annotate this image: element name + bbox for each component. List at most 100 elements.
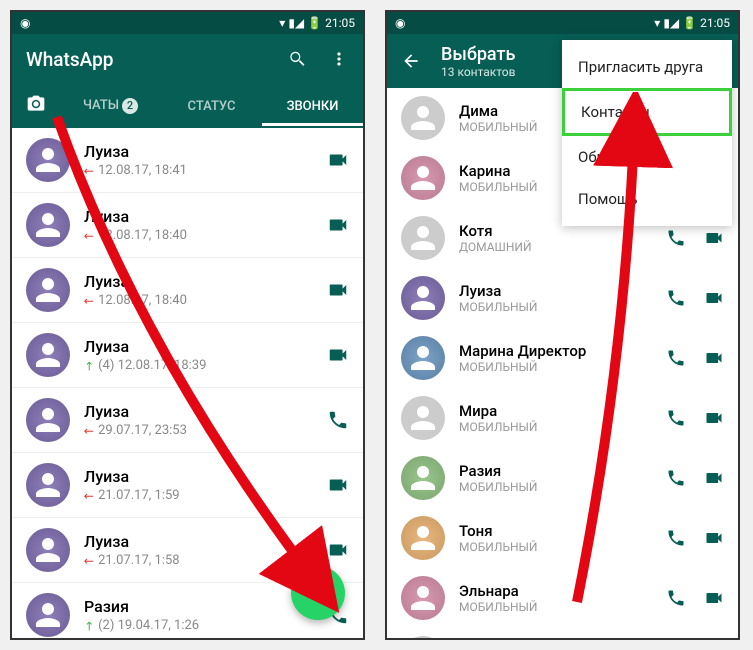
avatar[interactable] — [401, 336, 445, 380]
call-list[interactable]: Луиза↙ 12.08.17, 18:41Луиза↙ 12.08.17, 1… — [12, 128, 363, 640]
video-call-icon[interactable] — [704, 228, 724, 248]
contact-sub: МОБИЛЬНЫЙ — [459, 360, 666, 374]
video-call-icon[interactable] — [704, 348, 724, 368]
avatar[interactable] — [401, 96, 445, 140]
call-meta: ↙ 21.07.17, 1:59 — [84, 488, 327, 503]
avatar[interactable] — [26, 268, 70, 312]
voice-call-icon[interactable] — [327, 409, 349, 431]
menu-item[interactable]: Обновить — [562, 136, 732, 178]
call-name: Разия — [84, 597, 327, 616]
status-bar: ◉ ▾ ▮◢ 🔋 21:05 — [387, 12, 738, 34]
contact-item[interactable]: РазияМОБИЛЬНЫЙ — [387, 448, 738, 508]
video-call-icon[interactable] — [327, 344, 349, 366]
contact-item[interactable]: МираМОБИЛЬНЫЙ — [387, 388, 738, 448]
voice-call-icon[interactable] — [666, 408, 686, 428]
video-call-icon[interactable] — [327, 474, 349, 496]
voice-call-icon[interactable] — [666, 528, 686, 548]
avatar[interactable] — [26, 203, 70, 247]
avatar[interactable] — [401, 216, 445, 260]
call-item[interactable]: Луиза ↙ 21.07.17, 1:59 — [12, 453, 363, 518]
video-call-icon[interactable] — [704, 288, 724, 308]
avatar[interactable] — [26, 593, 70, 637]
contact-sub: МОБИЛЬНЫЙ — [459, 540, 666, 554]
search-icon[interactable] — [287, 49, 307, 69]
call-name: Луиза — [84, 207, 327, 226]
avatar[interactable] — [401, 636, 445, 638]
contact-name: Разия — [459, 462, 666, 480]
video-call-icon[interactable] — [704, 588, 724, 608]
contact-name: Тоня — [459, 522, 666, 540]
call-name: Луиза — [84, 467, 327, 486]
phone-calls-screen: ◉ ▾ ▮◢ 🔋 21:05 WhatsApp ЧАТЫ2 СТАТУС ЗВО… — [10, 10, 365, 640]
call-item[interactable]: Луиза↙ 12.08.17, 18:41 — [12, 128, 363, 193]
tab-chats[interactable]: ЧАТЫ2 — [60, 86, 161, 126]
contact-item[interactable]: ЛуизаМОБИЛЬНЫЙ — [387, 268, 738, 328]
voice-call-icon[interactable] — [666, 588, 686, 608]
menu-item[interactable]: Помощь — [562, 178, 732, 220]
tabs: ЧАТЫ2 СТАТУС ЗВОНКИ — [12, 84, 363, 128]
more-icon[interactable] — [329, 49, 349, 69]
video-call-icon[interactable] — [327, 214, 349, 236]
call-name: Луиза — [84, 337, 327, 356]
back-icon[interactable] — [401, 51, 421, 71]
battery-icon: 🔋 — [307, 16, 322, 30]
avatar[interactable] — [26, 528, 70, 572]
avatar[interactable] — [26, 138, 70, 182]
contact-name: Луиза — [459, 282, 666, 300]
voice-call-icon[interactable] — [666, 348, 686, 368]
outgoing-arrow-icon: ↗ — [81, 357, 98, 374]
avatar[interactable] — [401, 276, 445, 320]
camera-icon — [26, 94, 46, 114]
avatar[interactable] — [26, 333, 70, 377]
missed-arrow-icon: ↙ — [81, 227, 98, 244]
contact-item[interactable]: ЭльнараМОБИЛЬНЫЙ — [387, 568, 738, 628]
video-call-icon[interactable] — [327, 539, 349, 561]
contact-sub: МОБИЛЬНЫЙ — [459, 600, 666, 614]
video-call-icon[interactable] — [704, 468, 724, 488]
video-call-icon[interactable] — [327, 279, 349, 301]
voice-call-icon[interactable] — [666, 228, 686, 248]
contact-sub: МОБИЛЬНЫЙ — [459, 300, 666, 314]
avatar[interactable] — [26, 398, 70, 442]
new-call-fab[interactable] — [291, 566, 345, 620]
video-call-icon[interactable] — [327, 149, 349, 171]
call-name: Луиза — [84, 142, 327, 161]
clock: 21:05 — [700, 16, 730, 30]
tab-camera[interactable] — [12, 84, 60, 128]
call-item[interactable]: Луиза↙ 29.07.17, 23:53 — [12, 388, 363, 453]
avatar[interactable] — [401, 396, 445, 440]
missed-arrow-icon: ↙ — [81, 552, 98, 569]
whatsapp-status-icon: ◉ — [20, 16, 30, 30]
status-bar: ◉ ▾ ▮◢ 🔋 21:05 — [12, 12, 363, 34]
missed-arrow-icon: ↙ — [81, 422, 98, 439]
call-meta: ↗ (2) 19.04.17, 1:26 — [84, 618, 327, 633]
app-header: WhatsApp ЧАТЫ2 СТАТУС ЗВОНКИ — [12, 34, 363, 128]
video-call-icon[interactable] — [704, 528, 724, 548]
chats-badge: 2 — [122, 98, 138, 114]
avatar[interactable] — [401, 456, 445, 500]
avatar[interactable] — [401, 516, 445, 560]
voice-call-icon[interactable] — [666, 288, 686, 308]
voice-call-icon[interactable] — [666, 468, 686, 488]
menu-item[interactable]: Пригласить друга — [562, 46, 732, 88]
contact-item[interactable]: Марина ДиректорМОБИЛЬНЫЙ — [387, 328, 738, 388]
video-call-icon[interactable] — [704, 408, 724, 428]
avatar[interactable] — [401, 576, 445, 620]
call-name: Луиза — [84, 532, 327, 551]
call-item[interactable]: Луиза↙ 12.08.17, 18:40 — [12, 258, 363, 323]
contact-item[interactable]: DilaraМОБИЛЬНЫЙ — [387, 628, 738, 638]
signal-icon: ▮◢ — [288, 16, 304, 30]
call-meta: ↗ (4) 12.08.17, 18:39 — [84, 358, 327, 373]
menu-item[interactable]: Контакты — [562, 88, 732, 136]
call-item[interactable]: Луиза ↗ (4) 12.08.17, 18:39 — [12, 323, 363, 388]
avatar[interactable] — [26, 463, 70, 507]
contact-item[interactable]: ТоняМОБИЛЬНЫЙ — [387, 508, 738, 568]
tab-calls[interactable]: ЗВОНКИ — [262, 87, 363, 126]
clock: 21:05 — [325, 16, 355, 30]
battery-icon: 🔋 — [682, 16, 697, 30]
contact-name: Марина Директор — [459, 342, 666, 360]
call-item[interactable]: Луиза↙ 12.08.17, 18:40 — [12, 193, 363, 258]
contact-sub: МОБИЛЬНЫЙ — [459, 480, 666, 494]
tab-status[interactable]: СТАТУС — [161, 87, 262, 126]
avatar[interactable] — [401, 156, 445, 200]
